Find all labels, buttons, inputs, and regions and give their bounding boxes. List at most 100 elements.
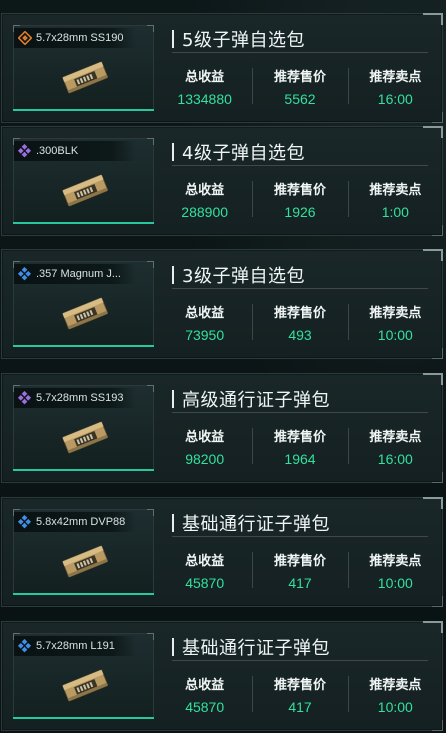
suggested-price-value: 417 [288,574,312,591]
pack-title: 基础通行证子弹包 [182,638,330,659]
orange-diamond-icon [18,31,32,45]
total-income-value: 45870 [185,698,225,715]
pack-stats: 总收益 98200 推荐售价 1964 推荐卖点 16:00 [157,422,443,470]
pack-title-bar: 3级子弹自选包 [172,262,428,289]
stat-label-time: 推荐卖点 [369,553,422,569]
card-corner-decoration [423,13,443,25]
ammo-pack-card[interactable]: 5.7x28mm L191 基础通行证子弹包 总收益 45870 推荐售价 41… [1,621,443,731]
card-corner-decoration [432,348,443,359]
suggested-price-value: 5562 [284,90,316,107]
pack-title-bar: 4级子弹自选包 [172,139,428,166]
slot-highlight-line [13,469,154,471]
stat-label-time: 推荐卖点 [369,429,422,445]
stat-label-income: 总收益 [185,305,225,321]
ammo-item-slot[interactable]: .300BLK [13,138,154,224]
suggested-time-value: 10:00 [377,698,413,715]
ammo-pack-card[interactable]: .357 Magnum J... 3级子弹自选包 总收益 73950 推荐售价 … [1,249,443,359]
ammo-item-slot[interactable]: 5.7x28mm L191 [13,633,154,719]
ammo-tag: 5.7x28mm SS190 [14,28,136,48]
ammo-name: 5.8x42mm DVP88 [36,516,126,528]
pack-title-bar: 基础通行证子弹包 [172,510,428,537]
stat-suggested-price: 推荐售价 1926 [252,175,347,223]
stat-label-time: 推荐卖点 [369,305,422,321]
stat-total-income: 总收益 98200 [157,422,252,470]
suggested-time-value: 10:00 [377,574,413,591]
suggested-time-value: 1:00 [381,203,409,220]
ammo-tag: 5.7x28mm L191 [14,636,136,656]
suggested-price-value: 1964 [284,450,316,467]
slot-corner-decoration [147,261,154,268]
ammo-box-icon [62,421,108,454]
title-accent-bar [172,143,174,161]
stat-suggested-time: 推荐卖点 10:00 [347,546,443,594]
stat-label-income: 总收益 [185,182,225,198]
ammo-item-slot[interactable]: 5.7x28mm SS190 [13,25,154,111]
ammo-item-slot[interactable]: 5.8x42mm DVP88 [13,509,154,595]
stat-total-income: 总收益 288900 [157,175,252,223]
stat-label-price: 推荐售价 [273,429,326,445]
slot-corner-decoration [147,509,154,516]
ammo-pack-card[interactable]: 5.8x42mm DVP88 基础通行证子弹包 总收益 45870 推荐售价 4… [1,497,443,607]
stat-label-time: 推荐卖点 [369,182,422,198]
ammo-item-slot[interactable]: .357 Magnum J... [13,261,154,347]
title-accent-bar [172,638,174,656]
suggested-time-value: 10:00 [377,326,413,343]
card-corner-decoration [432,720,443,731]
ammo-tag: 5.8x42mm DVP88 [14,512,136,532]
stat-label-time: 推荐卖点 [369,69,422,85]
total-income-value: 45870 [185,574,225,591]
purple-diamond-icon [18,144,32,158]
ammo-tag: .300BLK [14,141,136,161]
card-corner-decoration [423,249,443,261]
ammo-name: .357 Magnum J... [36,268,121,280]
suggested-price-value: 493 [288,326,312,343]
slot-corner-decoration [147,385,154,392]
ammo-pack-card[interactable]: 5.7x28mm SS190 5级子弹自选包 总收益 1334880 推荐售价 … [1,13,443,123]
card-corner-decoration [423,621,443,633]
stat-label-price: 推荐售价 [273,69,326,85]
card-corner-decoration [423,497,443,509]
pack-stats: 总收益 1334880 推荐售价 5562 推荐卖点 16:00 [157,62,443,110]
ammo-tag: 5.7x28mm SS193 [14,388,136,408]
slot-highlight-line [13,109,154,111]
pack-title-bar: 基础通行证子弹包 [172,634,428,661]
pack-stats: 总收益 45870 推荐售价 417 推荐卖点 10:00 [157,670,443,718]
stat-suggested-price: 推荐售价 417 [252,546,347,594]
ammo-box-icon [62,61,108,94]
ammo-pack-card[interactable]: 5.7x28mm SS193 高级通行证子弹包 总收益 98200 推荐售价 1… [1,373,443,483]
slot-corner-decoration [147,138,154,145]
pack-title-bar: 5级子弹自选包 [172,26,428,53]
total-income-value: 73950 [185,326,225,343]
blue-diamond-icon [18,267,32,281]
stat-label-price: 推荐售价 [273,182,326,198]
slot-corner-decoration [147,25,154,32]
stat-label-price: 推荐售价 [273,553,326,569]
slot-highlight-line [13,593,154,595]
total-income-value: 1334880 [177,90,232,107]
stat-label-price: 推荐售价 [273,305,326,321]
stat-suggested-price: 推荐售价 493 [252,298,347,346]
pack-stats: 总收益 45870 推荐售价 417 推荐卖点 10:00 [157,546,443,594]
stat-suggested-price: 推荐售价 5562 [252,62,347,110]
title-accent-bar [172,266,174,284]
stat-label-income: 总收益 [185,429,225,445]
total-income-value: 98200 [185,450,225,467]
ammo-name: 5.7x28mm L191 [36,640,115,652]
ammo-item-slot[interactable]: 5.7x28mm SS193 [13,385,154,471]
slot-highlight-line [13,717,154,719]
stat-suggested-time: 推荐卖点 1:00 [347,175,443,223]
ammo-pack-card[interactable]: .300BLK 4级子弹自选包 总收益 288900 推荐售价 1926 推荐卖… [1,126,443,236]
suggested-price-value: 417 [288,698,312,715]
stat-label-income: 总收益 [185,677,225,693]
slot-corner-decoration [147,633,154,640]
card-corner-decoration [432,596,443,607]
card-corner-decoration [423,126,443,138]
slot-highlight-line [13,345,154,347]
pack-title: 5级子弹自选包 [182,30,305,51]
ammo-box-icon [62,174,108,207]
stat-label-time: 推荐卖点 [369,677,422,693]
card-corner-decoration [432,472,443,483]
stat-total-income: 总收益 73950 [157,298,252,346]
ammo-box-icon [62,297,108,330]
pack-stats: 总收益 73950 推荐售价 493 推荐卖点 10:00 [157,298,443,346]
